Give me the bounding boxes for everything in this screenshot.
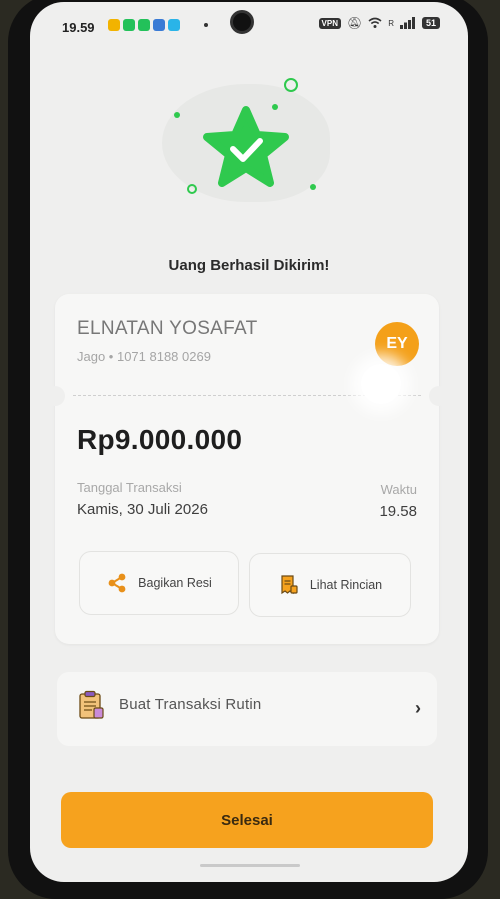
routine-transaction-label: Buat Transaksi Rutin xyxy=(119,696,262,713)
battery-icon: 51 xyxy=(421,17,440,29)
star-check-icon xyxy=(200,104,292,194)
card-notch xyxy=(45,386,65,406)
front-camera xyxy=(230,10,254,34)
date-label: Tanggal Transaksi xyxy=(77,480,182,495)
status-time: 19.59 xyxy=(62,20,95,35)
wifi-icon xyxy=(368,17,382,28)
receipt-icon xyxy=(281,575,298,595)
sparkle-dot xyxy=(174,112,180,118)
notification-app-icon xyxy=(108,19,120,31)
recipient-avatar: EY xyxy=(375,322,419,366)
signal-icon xyxy=(399,17,415,29)
success-title: Uang Berhasil Dikirim! xyxy=(168,257,330,274)
share-receipt-label: Bagikan Resi xyxy=(138,576,212,590)
network-type: R xyxy=(388,18,394,28)
sparkle-ring xyxy=(187,184,197,194)
notification-app-icon xyxy=(168,19,180,31)
notification-icons xyxy=(108,19,180,31)
notification-app-icon xyxy=(153,19,165,31)
chevron-right-icon: › xyxy=(415,698,421,718)
home-indicator[interactable] xyxy=(200,864,300,867)
screen-glare xyxy=(361,364,401,404)
share-receipt-button[interactable]: Bagikan Resi xyxy=(79,551,239,615)
recipient-name: ELNATAN YOSAFAT xyxy=(77,318,258,339)
transfer-receipt-card: ELNATAN YOSAFAT Jago • 1071 8188 0269 EY… xyxy=(45,294,449,644)
transfer-amount: Rp9.000.000 xyxy=(77,424,243,455)
mute-icon: 🔕︎ xyxy=(346,16,363,30)
phone-screen: 19.59 VPN 🔕︎ R 51 Uang Berhasil Dikirim!… xyxy=(30,2,468,882)
status-bar: 19.59 VPN 🔕︎ R 51 xyxy=(30,2,468,42)
card-notch xyxy=(429,386,449,406)
vpn-icon: VPN xyxy=(318,17,341,29)
notification-app-icon xyxy=(123,19,135,31)
time-value: 19.58 xyxy=(379,503,417,520)
done-button[interactable]: Selesai xyxy=(61,792,433,848)
share-icon xyxy=(108,573,126,593)
more-notifications-dot xyxy=(204,23,208,27)
view-details-button[interactable]: Lihat Rincian xyxy=(249,553,411,617)
clipboard-icon xyxy=(79,690,104,719)
time-label: Waktu xyxy=(380,482,417,497)
recipient-account: Jago • 1071 8188 0269 xyxy=(77,349,211,364)
success-illustration xyxy=(154,64,344,224)
notification-app-icon xyxy=(138,19,150,31)
create-routine-transaction-row[interactable]: Buat Transaksi Rutin › xyxy=(57,672,437,746)
date-value: Kamis, 30 Juli 2026 xyxy=(77,501,208,518)
sparkle-ring xyxy=(284,78,298,92)
view-details-label: Lihat Rincian xyxy=(309,578,383,592)
sparkle-dot xyxy=(310,184,316,190)
status-right-icons: VPN 🔕︎ R 51 xyxy=(318,16,440,30)
